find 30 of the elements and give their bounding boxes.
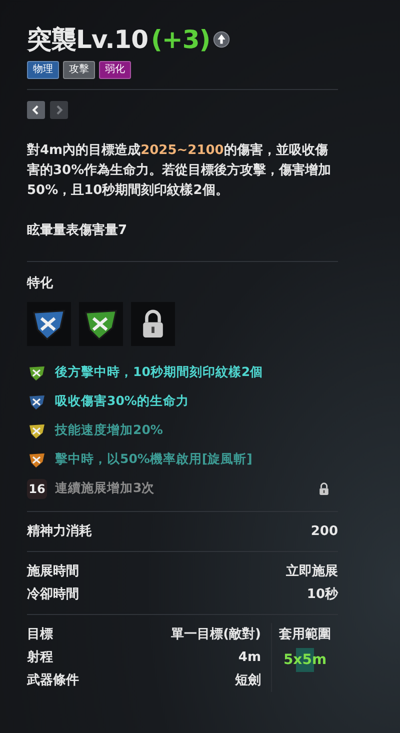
stat-value: 200: [310, 523, 338, 541]
stat-label: 套用範圍: [279, 626, 331, 644]
skill-title: 突襲Lv.10: [27, 24, 148, 56]
stat-value: 立即施展: [286, 562, 338, 581]
area-value: 5x5m: [283, 648, 327, 672]
stat-label: 目標: [27, 626, 53, 644]
skill-tag: 物理: [27, 61, 59, 79]
stat-label: 冷卻時間: [27, 586, 79, 604]
stat-value: 短劍: [235, 672, 261, 690]
skill-description: 對4m內的目標造成2025~2100的傷害，並吸收傷害的30%作為生命力。若從目標後方攻擊，傷害增加50%，且10秒期間刻印紋樣2個。: [27, 142, 332, 200]
section-heading: 特化: [27, 275, 54, 292]
effect-text: 技能速度增加20%: [55, 422, 164, 439]
level-bonus: (+3): [150, 24, 210, 54]
skill-tag: 弱化: [99, 61, 131, 79]
effect-text: 後方擊中時，10秒期間刻印紋樣2個: [55, 364, 264, 381]
previous-button[interactable]: [27, 101, 45, 119]
stat-label: 施展時間: [27, 563, 79, 581]
stat-label: 射程: [27, 649, 53, 667]
stat-value: 單一目標(敵對): [171, 626, 261, 644]
stat-value: 4m: [238, 649, 261, 667]
stat-value: 10秒: [306, 586, 338, 604]
stagger-damage: 眩暈量表傷害量7: [27, 222, 128, 240]
effect-text: 連續施展增加3次: [55, 480, 156, 497]
skill-tag: 攻擊: [63, 61, 95, 79]
stat-label: 武器條件: [27, 672, 79, 690]
level-badge: 16: [27, 478, 47, 498]
effect-text: 吸收傷害30%的生命力: [55, 393, 190, 410]
upgrade-icon[interactable]: [213, 30, 230, 48]
effect-text: 擊中時，以50%機率啟用[旋風斬]: [55, 451, 254, 468]
stat-label: 精神力消耗: [27, 523, 92, 541]
